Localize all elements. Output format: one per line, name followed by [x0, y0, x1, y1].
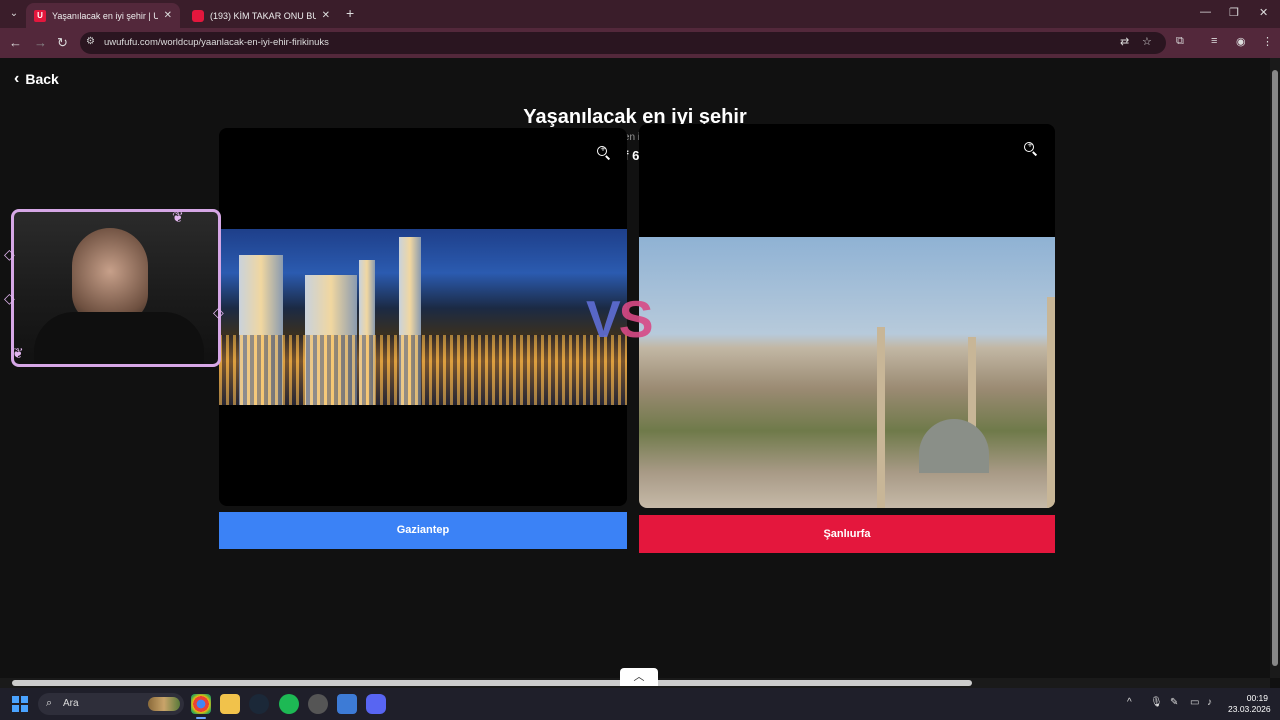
extensions-icon[interactable]: ⧉ [1176, 35, 1184, 48]
vertical-scrollbar[interactable] [1270, 58, 1280, 678]
round-info: Rounds of 64 Match 21 [564, 148, 706, 163]
tab-uwufufu[interactable]: U Yaşanılacak en iyi şehir | UwUFU ✕ [26, 3, 180, 28]
candidate-card-right[interactable]: + [639, 124, 1055, 508]
display-icon[interactable]: ▭ [1190, 697, 1199, 708]
youtube-favicon-icon [192, 9, 204, 22]
tab-search-icon[interactable]: ⌄ [6, 6, 22, 22]
frame-ornament-icon: ❦ [172, 209, 184, 225]
discord-icon[interactable] [366, 694, 386, 714]
streamer-body [34, 312, 204, 364]
taskbar-clock[interactable]: 00:19 23.03.2026 [1228, 693, 1271, 715]
search-highlight-image [148, 697, 180, 711]
frame-ornament-icon: ◇ [4, 246, 15, 262]
windows-start-icon[interactable] [12, 696, 28, 712]
bookmark-star-icon[interactable]: ☆ [1142, 35, 1152, 48]
pen-icon[interactable]: ✎ [1170, 697, 1178, 708]
clock-date: 23.03.2026 [1228, 704, 1271, 714]
zoom-in-icon[interactable]: + [597, 144, 611, 160]
webcam-overlay [11, 209, 221, 367]
site-info-icon[interactable]: ⚙ [86, 36, 95, 47]
obs-icon[interactable] [308, 694, 328, 714]
profile-avatar-icon[interactable]: ◉ [1236, 35, 1246, 48]
tab-youtube[interactable]: (193) KİM TAKAR ONU BUNİ ŞA ✕ [184, 3, 338, 28]
close-window-icon[interactable]: ✕ [1259, 6, 1268, 19]
frame-ornament-icon: ◇ [4, 290, 15, 306]
volume-icon[interactable]: ♪ [1207, 697, 1212, 708]
url-text: uwufufu.com/worldcup/yaanlacak-en-iyi-eh… [104, 37, 329, 48]
tab-title: (193) KİM TAKAR ONU BUNİ ŞA [210, 10, 316, 21]
back-link[interactable]: ‹ Back [14, 70, 59, 88]
frame-ornament-icon: ❦ [12, 345, 24, 361]
new-tab-icon[interactable]: + [346, 5, 354, 21]
minimize-icon[interactable]: — [1200, 6, 1211, 18]
search-icon: ⌕ [46, 697, 53, 709]
tray-chevron-up-icon[interactable]: ^ [1127, 697, 1132, 708]
page-content: ‹ Back Yaşanılacak en iyi şehir yaşanıla… [0, 58, 1270, 678]
close-tab-icon[interactable]: ✕ [322, 10, 330, 21]
browser-tab-bar: ⌄ U Yaşanılacak en iyi şehir | UwUFU ✕ (… [0, 0, 1280, 28]
translate-icon[interactable]: ⇄ [1120, 35, 1129, 48]
spotify-icon[interactable] [279, 694, 299, 714]
reload-icon[interactable]: ↻ [57, 35, 68, 51]
choose-gaziantep-button[interactable]: Gaziantep [219, 512, 627, 549]
back-label: Back [25, 71, 59, 87]
zoom-in-icon[interactable]: + [1024, 140, 1038, 156]
tab-title: Yaşanılacak en iyi şehir | UwUFU [52, 10, 158, 21]
restore-icon[interactable]: ❐ [1229, 6, 1239, 19]
media-controls-icon[interactable]: ≡ [1211, 35, 1217, 47]
steam-icon[interactable] [249, 694, 269, 714]
page-subtitle: yaşanılacak en iyi ili seçiyoruz [568, 132, 702, 143]
search-placeholder: Ara [63, 698, 79, 709]
uwufufu-favicon-icon: U [34, 9, 46, 22]
gaziantep-image[interactable] [219, 229, 627, 405]
chevron-left-icon: ‹ [14, 70, 20, 87]
close-tab-icon[interactable]: ✕ [164, 10, 172, 21]
sanliurfa-image[interactable] [639, 237, 1055, 508]
candidate-card-left[interactable]: + [219, 128, 627, 506]
choose-sanliurfa-button[interactable]: Şanlıurfa [639, 515, 1055, 553]
menu-dots-icon[interactable]: ⋮ [1262, 35, 1273, 48]
clock-time: 00:19 [1246, 693, 1268, 703]
forward-arrow-icon[interactable]: → [34, 35, 47, 50]
taskbar-search[interactable]: ⌕ Ara [38, 693, 184, 715]
vs-label: VS [586, 291, 653, 349]
page-title: Yaşanılacak en iyi şehir [523, 106, 747, 128]
app-icon[interactable] [337, 694, 357, 714]
streamer-face [72, 228, 148, 324]
file-explorer-icon[interactable] [220, 694, 240, 714]
microphone-icon[interactable]: 🎙 [1150, 697, 1163, 708]
chevron-up-icon[interactable]: ︿ [620, 668, 658, 686]
back-arrow-icon[interactable]: ← [9, 35, 22, 50]
frame-ornament-icon: ◇ [213, 304, 224, 320]
windows-taskbar: ⌕ Ara ^ 🎙 ✎ ▭ ♪ 00:19 23.03.2026 [0, 688, 1280, 720]
chrome-icon[interactable] [191, 694, 211, 714]
